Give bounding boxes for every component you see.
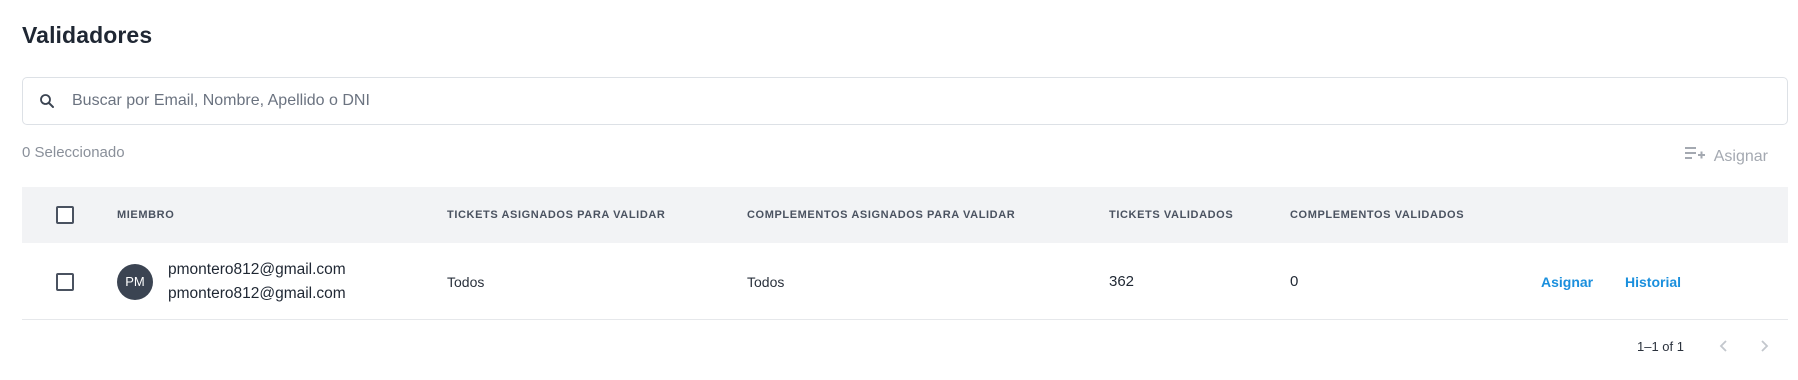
row-assign-link[interactable]: Asignar [1541,274,1593,290]
avatar: PM [117,263,153,300]
header-member[interactable]: MIEMBRO [117,187,174,243]
header-tickets-assigned[interactable]: TICKETS ASIGNADOS PARA VALIDAR [447,187,665,243]
table-row: PM pmontero812@gmail.com pmontero812@gma… [22,243,1788,320]
validators-table: MIEMBRO TICKETS ASIGNADOS PARA VALIDAR C… [22,187,1788,320]
member-cell: PM pmontero812@gmail.com pmontero812@gma… [117,243,346,320]
member-name: pmontero812@gmail.com [168,260,346,278]
member-email: pmontero812@gmail.com [168,284,346,302]
complements-validated-cell: 0 [1290,273,1299,290]
tickets-validated-cell: 362 [1109,273,1135,290]
row-history-cell: Historial [1625,243,1681,320]
chevron-right-icon [1761,340,1769,352]
pagination: 1–1 of 1 [1637,334,1776,358]
row-assign-cell: Asignar [1541,243,1593,320]
search-icon [37,91,57,111]
select-all-cell [56,187,74,243]
row-select-cell [56,243,74,320]
playlist-add-icon [1684,145,1705,168]
selected-count: 0 Seleccionado [22,144,125,161]
header-complements-assigned[interactable]: COMPLEMENTOS ASIGNADOS PARA VALIDAR [747,187,1015,243]
assign-selected-label: Asignar [1713,147,1768,165]
page-title: Validadores [22,22,153,48]
assign-selected-button[interactable]: Asignar [1684,145,1768,168]
pagination-range: 1–1 of 1 [1637,338,1684,354]
next-page-button[interactable] [1752,334,1776,358]
search-box[interactable] [22,77,1788,125]
validators-page: Validadores 0 Seleccionado Asignar [0,0,1798,380]
row-checkbox[interactable] [56,272,74,291]
row-history-link[interactable]: Historial [1625,274,1681,290]
header-complements-validated[interactable]: COMPLEMENTOS VALIDADOS [1290,187,1464,243]
search-input[interactable] [72,78,1787,124]
complements-assigned-cell: Todos [747,273,785,290]
tickets-assigned-cell: Todos [447,273,485,290]
select-all-checkbox[interactable] [56,206,74,224]
table-header: MIEMBRO TICKETS ASIGNADOS PARA VALIDAR C… [22,187,1788,243]
member-info: pmontero812@gmail.com pmontero812@gmail.… [168,258,346,306]
header-tickets-validated[interactable]: TICKETS VALIDADOS [1109,187,1233,243]
previous-page-button[interactable] [1712,334,1736,358]
chevron-left-icon [1719,340,1727,352]
